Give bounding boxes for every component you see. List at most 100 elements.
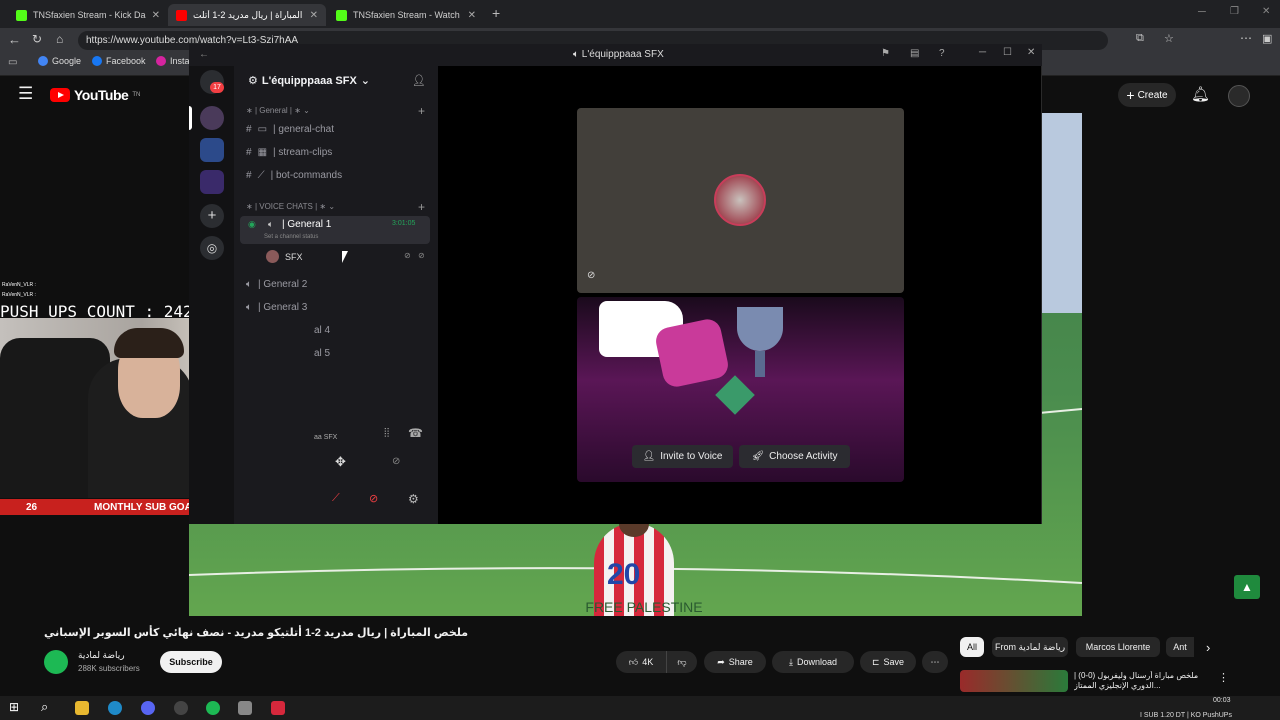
file-explorer-icon[interactable]	[75, 701, 89, 715]
clips-icon: ▦	[257, 147, 268, 158]
new-tab-icon[interactable]: +	[492, 5, 500, 21]
voice-user-sfx[interactable]: SFX	[266, 250, 303, 263]
minimize-icon[interactable]: ─	[979, 47, 986, 58]
app-icon[interactable]	[271, 701, 285, 715]
create-button[interactable]: + Create	[1118, 83, 1176, 107]
minimize-icon[interactable]: ─	[1198, 6, 1206, 18]
bookmark-instagram[interactable]: Insta	[156, 56, 190, 66]
home-icon[interactable]: ⌂	[56, 32, 63, 46]
reload-icon[interactable]: ↻	[32, 32, 42, 46]
channel-avatar[interactable]	[44, 650, 68, 674]
voice-channel-general-5[interactable]: al 5	[314, 348, 330, 359]
channel-status[interactable]: Set a channel status	[264, 234, 318, 240]
close-tab-icon[interactable]: ✕	[468, 10, 476, 21]
add-channel-icon[interactable]: +	[418, 104, 425, 118]
youtube-logo[interactable]: YouTube TN	[50, 87, 140, 103]
extensions-icon[interactable]: ⧉	[1136, 32, 1144, 45]
kick-icon	[16, 9, 27, 21]
category-voice[interactable]: ∗ | VOICE CHATS | ∗ ⌄	[246, 202, 335, 211]
dislike-button[interactable]: 👎︎	[666, 651, 697, 673]
tab-kick-live[interactable]: TNSfaxien Stream - Watch Live on ✕	[328, 4, 484, 26]
windows-start-icon[interactable]: ⊞	[9, 700, 19, 714]
voice-channel-general-3[interactable]: 🔈︎ | General 3	[246, 302, 307, 313]
like-button[interactable]: 👍︎ 4K	[616, 651, 666, 673]
bookmark-google[interactable]: Google	[38, 56, 81, 66]
ticker-text: I SUB 1.20 DT | KO PushUPs	[1140, 712, 1232, 719]
inbox-icon[interactable]: ▤	[910, 48, 919, 59]
discover-icon[interactable]: ◎	[200, 236, 224, 260]
category-general[interactable]: ∗ | General | ∗ ⌄	[246, 106, 310, 115]
voice-channel-general-2[interactable]: 🔈︎ | General 2	[246, 279, 307, 290]
sidebar-icon[interactable]: ▣	[1262, 32, 1272, 45]
server-icon-sfx[interactable]	[200, 106, 224, 130]
favorites-icon[interactable]: ☆	[1164, 32, 1174, 45]
close-icon[interactable]: ✕	[1027, 47, 1035, 58]
tab-youtube[interactable]: ملخص المباراة | ريال مدريد 2-1 أتلت ✕	[168, 4, 326, 26]
voice-channel-general-1[interactable]: ◉ 🔈︎ | General 1 3:01:05 Set a channel s…	[240, 216, 430, 244]
channel-bot-commands[interactable]: # ⟋ | bot-commands	[246, 170, 342, 181]
disconnect-icon[interactable]: ☎	[408, 426, 423, 440]
close-tab-icon[interactable]: ✕	[310, 10, 318, 21]
user-video-tile[interactable]: ⊘	[577, 108, 904, 293]
taskbar-clock[interactable]: 00:03	[1213, 697, 1231, 704]
notifications-bell-icon[interactable]: 🔔︎	[1191, 85, 1210, 103]
app-icon[interactable]	[238, 701, 252, 715]
account-avatar[interactable]	[1228, 85, 1250, 107]
kebab-menu-icon[interactable]: ⋮	[1218, 671, 1229, 684]
soundboard-icon[interactable]: ⦙⦙	[384, 426, 389, 441]
server-header[interactable]: ⚙ L'équipppaaa SFX ⌄	[248, 74, 370, 88]
back-icon[interactable]: ←	[8, 32, 21, 47]
add-member-icon[interactable]: 👤︎	[412, 74, 426, 87]
activities-icon[interactable]: ✥	[335, 454, 346, 470]
add-server-icon[interactable]: +	[200, 204, 224, 228]
help-icon[interactable]: ?	[939, 48, 945, 59]
discord-icon[interactable]	[141, 701, 155, 715]
deafen-icon[interactable]: ⊘	[369, 492, 378, 505]
save-button[interactable]: ⊏ Save	[860, 651, 916, 673]
trophy-stem	[755, 351, 765, 377]
chip-marcos-llorente[interactable]: Marcos Llorente	[1076, 637, 1160, 657]
bookmarks-folder-icon[interactable]: ▭	[8, 57, 17, 68]
obs-icon[interactable]	[174, 701, 188, 715]
add-channel-icon[interactable]: +	[418, 200, 425, 214]
back-icon[interactable]: ←	[199, 49, 209, 60]
chip-all[interactable]: All	[960, 637, 984, 657]
invite-to-voice-button[interactable]: 👤︎ Invite to Voice	[632, 445, 733, 468]
chip-from-channel[interactable]: From رياضة لمادية	[992, 637, 1068, 657]
choose-activity-button[interactable]: 🚀︎ Choose Activity	[739, 445, 850, 468]
voice-timer: 3:01:05	[392, 220, 416, 227]
bookmark-facebook[interactable]: Facebook	[92, 56, 146, 66]
server-icon[interactable]	[200, 170, 224, 194]
flag-icon[interactable]: ⚑	[881, 48, 890, 59]
download-button[interactable]: ⤓ Download	[772, 651, 854, 673]
connected-icon: ◉	[248, 219, 256, 229]
tab-kick-dashboard[interactable]: TNSfaxien Stream - Kick Dashboar ✕	[8, 4, 168, 26]
maximize-icon[interactable]: ☐	[1003, 47, 1012, 58]
server-icon[interactable]	[200, 138, 224, 162]
share-button[interactable]: ➦ Share	[704, 651, 766, 673]
channel-name[interactable]: رياضة لمادية	[78, 650, 125, 661]
krisp-icon[interactable]: ⊘	[392, 456, 400, 467]
channel-stream-clips[interactable]: # ▦ | stream-clips	[246, 147, 332, 158]
close-tab-icon[interactable]: ✕	[152, 10, 160, 21]
chevron-right-icon[interactable]: ›	[1206, 640, 1210, 655]
more-actions-button[interactable]: ⋯	[922, 651, 948, 673]
maximize-icon[interactable]: ❐	[1230, 6, 1239, 17]
chip-more[interactable]: Ant	[1166, 637, 1194, 657]
bottom-banner-text: FREE PALESTINE	[585, 599, 703, 615]
more-icon[interactable]: ⋯	[1240, 31, 1252, 45]
spotify-icon[interactable]	[206, 701, 220, 715]
kick-extension-icon[interactable]: ▲	[1234, 575, 1260, 599]
channel-general-chat[interactable]: # ▭ | general-chat	[246, 124, 334, 135]
edge-icon[interactable]	[108, 701, 122, 715]
mic-muted-icon[interactable]: ⟋	[332, 492, 340, 505]
recommended-title[interactable]: ملخص مباراة أرسنال وليفربول (0-0) | الدو…	[1074, 671, 1204, 691]
voice-channel-general-4[interactable]: al 4	[314, 325, 330, 336]
recommended-thumbnail[interactable]	[960, 670, 1068, 692]
hamburger-menu-icon[interactable]: ☰	[18, 84, 33, 104]
close-window-icon[interactable]: ✕	[1262, 6, 1270, 17]
subscribe-button[interactable]: Subscribe	[160, 651, 222, 673]
search-icon[interactable]: ⌕	[41, 699, 48, 715]
user-avatar	[714, 174, 766, 226]
user-settings-icon[interactable]: ⚙	[408, 492, 419, 506]
